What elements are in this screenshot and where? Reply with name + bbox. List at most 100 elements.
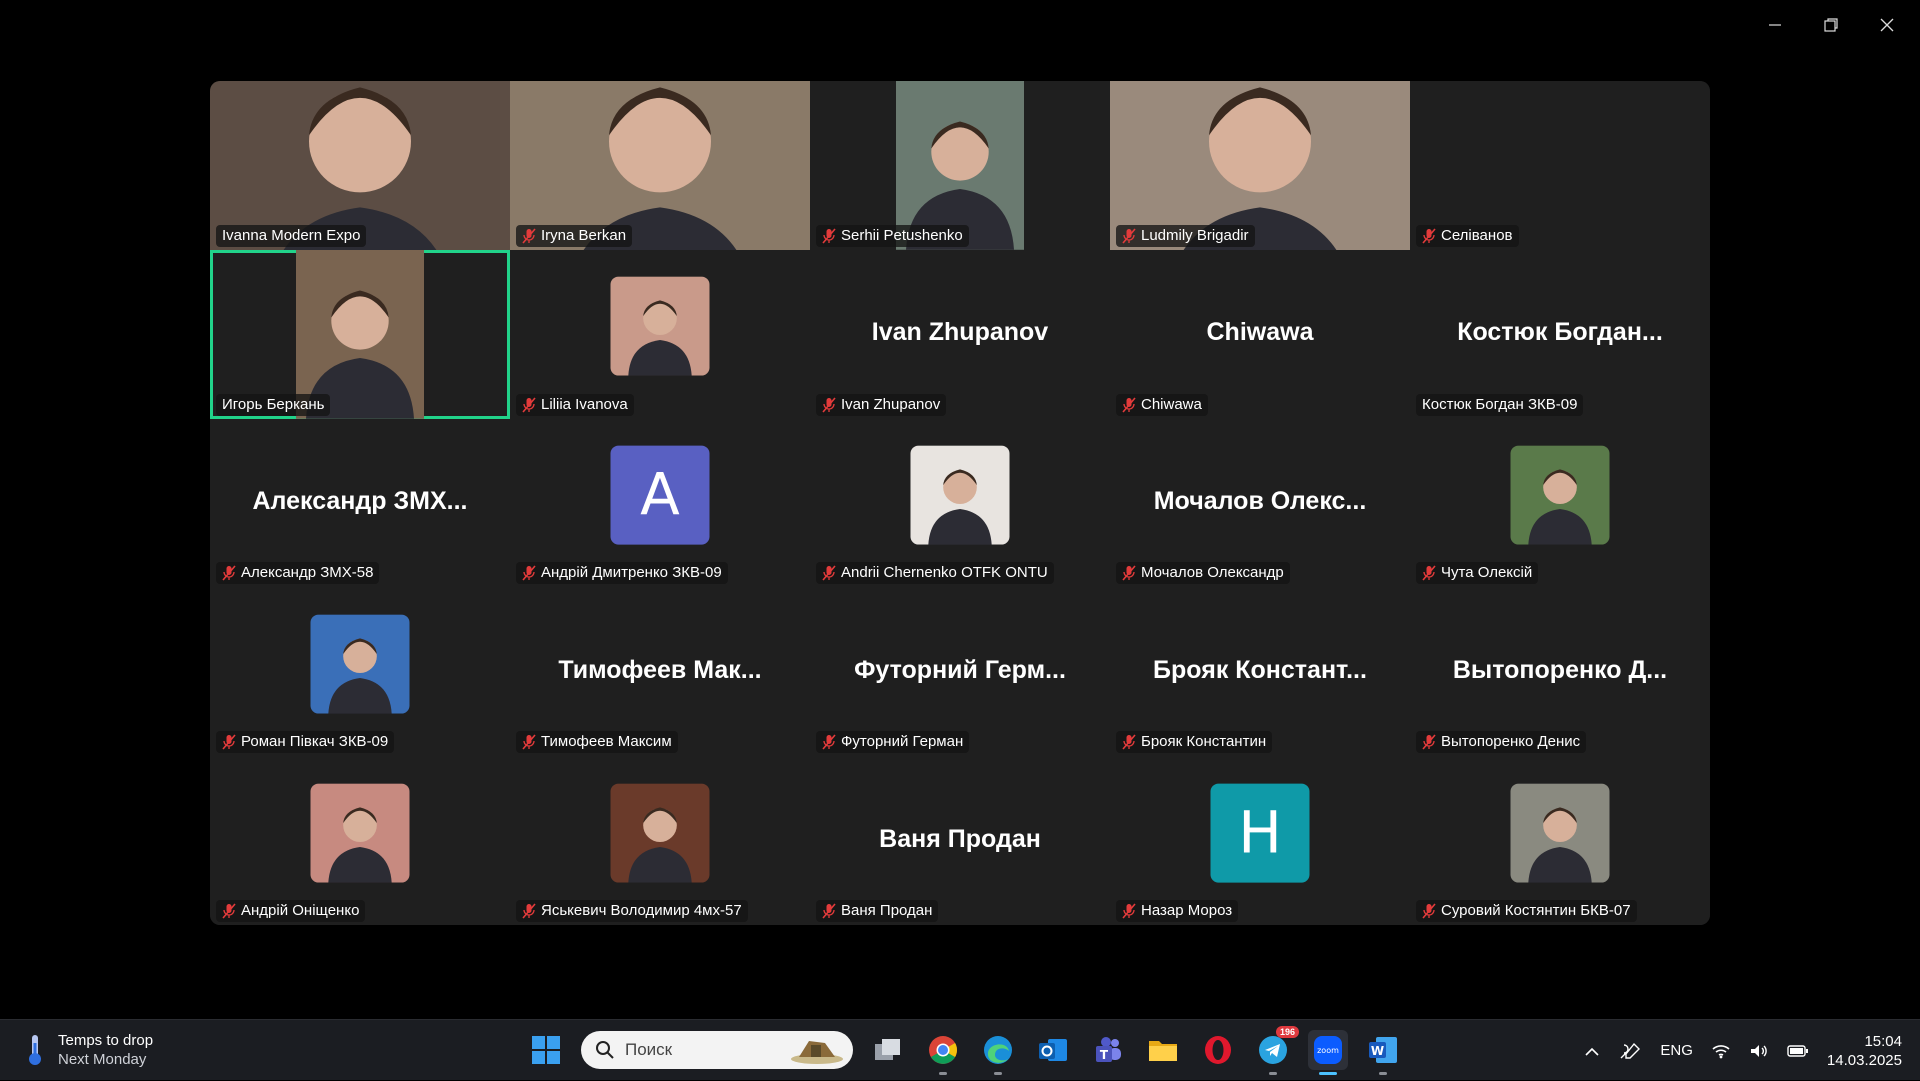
mic-muted-icon <box>222 565 236 581</box>
participant-display-name: Брояк Констант... <box>1153 655 1367 684</box>
volume-icon[interactable] <box>1749 1043 1769 1059</box>
participant-name: Liliia Ivanova <box>541 395 628 413</box>
participant-tile[interactable]: Игорь Беркань <box>210 249 510 419</box>
participant-name: Ludmily Brigadir <box>1141 226 1249 244</box>
participant-tile[interactable]: Селіванов <box>1410 81 1710 250</box>
participant-display-name: Вытопоренко Д... <box>1452 655 1668 684</box>
opera-button[interactable] <box>1198 1030 1238 1070</box>
participant-tile[interactable]: Футорний Герм... Футорний Герман <box>810 587 1110 757</box>
teams-icon: T <box>1096 1037 1121 1062</box>
participant-name: Костюк Богдан ЗКВ-09 <box>1422 395 1578 413</box>
taskbar-search[interactable]: Поиск <box>581 1031 853 1069</box>
participant-tile[interactable]: Ludmily Brigadir <box>1110 81 1410 250</box>
svg-text:zoom: zoom <box>1317 1046 1339 1055</box>
participant-tile[interactable]: Чута Олексій <box>1410 418 1710 588</box>
teams-button[interactable]: T <box>1088 1030 1128 1070</box>
battery-icon[interactable] <box>1787 1044 1809 1058</box>
start-button[interactable] <box>526 1030 566 1070</box>
participant-tile[interactable]: Тимофеев Мак... Тимофеев Максим <box>510 587 810 757</box>
participant-tile[interactable]: Andrii Chernenko OTFK ONTU <box>810 418 1110 588</box>
mic-muted-icon <box>1422 734 1436 750</box>
task-view-button[interactable] <box>868 1030 908 1070</box>
participant-name: Serhii Petushenko <box>841 226 963 244</box>
participant-name-label: Liliia Ivanova <box>516 393 634 416</box>
participant-tile[interactable]: Liliia Ivanova <box>510 249 810 419</box>
minimize-button[interactable] <box>1747 8 1803 42</box>
participant-tile[interactable]: Iryna Berkan <box>510 81 810 250</box>
opera-icon <box>1205 1036 1231 1064</box>
close-button[interactable] <box>1859 8 1915 42</box>
telegram-button[interactable]: 196 <box>1253 1026 1299 1075</box>
participant-name: Брояк Константин <box>1141 733 1267 751</box>
svg-text:T: T <box>1100 1048 1109 1062</box>
participant-name: Мочалов Олександр <box>1141 564 1284 582</box>
thermometer-icon <box>29 1035 41 1065</box>
restore-button[interactable] <box>1803 8 1859 42</box>
weather-subtitle: Next Monday <box>58 1051 147 1068</box>
participant-tile[interactable]: H Назар Мороз <box>1110 756 1410 925</box>
participant-name-label: Chiwawa <box>1116 393 1208 416</box>
outlook-button[interactable] <box>1033 1030 1073 1070</box>
participant-avatar <box>1510 783 1610 883</box>
edge-button[interactable] <box>978 1030 1018 1075</box>
chevron-up-icon[interactable] <box>1584 1046 1600 1056</box>
mic-muted-icon <box>822 565 836 581</box>
participant-tile[interactable]: Chiwawa Chiwawa <box>1110 249 1410 419</box>
file-explorer-button[interactable] <box>1143 1030 1183 1070</box>
participant-tile[interactable]: Александр ЗМХ... Александр ЗМХ-58 <box>210 418 510 588</box>
participant-name: Игорь Беркань <box>222 395 325 413</box>
participant-tile[interactable]: Яськевич Володимир 4мх-57 <box>510 756 810 925</box>
pen-menu-icon[interactable] <box>1618 1041 1642 1061</box>
participant-tile[interactable]: Serhii Petushenko <box>810 81 1110 250</box>
clock[interactable]: 15:04 14.03.2025 <box>1827 1032 1902 1070</box>
participant-tile[interactable]: Андрій Оніщенко <box>210 756 510 925</box>
participant-avatar <box>610 276 710 376</box>
gallery-view: Ivanna Modern Expo Iryna Berkan Serhii Pet… <box>210 81 1710 925</box>
participant-name-label: Андрій Дмитренко ЗКВ-09 <box>516 562 728 585</box>
participant-display-name: Костюк Богдан... <box>1457 318 1663 347</box>
participant-name: Роман Півкач ЗКВ-09 <box>241 733 389 751</box>
telegram-unread-badge: 196 <box>1275 1026 1299 1038</box>
participant-name-label: Селіванов <box>1416 224 1519 247</box>
participant-name: Ivanna Modern Expo <box>222 226 361 244</box>
participant-tile[interactable]: A Андрій Дмитренко ЗКВ-09 <box>510 418 810 588</box>
participant-name: Andrii Chernenko OTFK ONTU <box>841 564 1048 582</box>
participant-name: Селіванов <box>1441 226 1513 244</box>
mic-muted-icon <box>822 903 836 919</box>
participant-avatar <box>1510 445 1610 545</box>
participant-tile[interactable]: Брояк Констант... Брояк Константин <box>1110 587 1410 757</box>
participant-name-label: Александр ЗМХ-58 <box>216 562 380 585</box>
participant-tile[interactable]: Ivan Zhupanov Ivan Zhupanov <box>810 249 1110 419</box>
participant-tile[interactable]: Суровий Костянтин БКВ-07 <box>1410 756 1710 925</box>
participant-tile[interactable]: Мочалов Олекс... Мочалов Олександр <box>1110 418 1410 588</box>
windows-icon <box>532 1036 560 1064</box>
zoom-button[interactable]: zoom <box>1308 1030 1348 1075</box>
mic-muted-icon <box>222 903 236 919</box>
participant-tile[interactable]: Ivanna Modern Expo <box>210 81 510 250</box>
participant-initial-avatar: A <box>610 445 710 545</box>
participant-tile[interactable]: Роман Півкач ЗКВ-09 <box>210 587 510 757</box>
input-language[interactable]: ENG <box>1660 1042 1693 1059</box>
participant-tile[interactable]: Ваня Продан Ваня Продан <box>810 756 1110 925</box>
mic-muted-icon <box>1422 903 1436 919</box>
weather-widget[interactable]: Temps to drop Next Monday <box>24 1031 153 1069</box>
participant-name-label: Ivanna Modern Expo <box>216 224 367 247</box>
participant-display-name: Chiwawa <box>1206 318 1314 347</box>
participant-name: Вытопоренко Денис <box>1441 733 1581 751</box>
mic-muted-icon <box>1122 903 1136 919</box>
participant-name-label: Чута Олексій <box>1416 562 1539 585</box>
telegram-icon <box>1259 1036 1287 1064</box>
participant-name-label: Яськевич Володимир 4мх-57 <box>516 899 748 922</box>
word-button[interactable]: W <box>1363 1030 1403 1075</box>
participant-name: Андрій Дмитренко ЗКВ-09 <box>541 564 722 582</box>
participant-initial-avatar: H <box>1210 783 1310 883</box>
participant-tile[interactable]: Вытопоренко Д... Вытопоренко Денис <box>1410 587 1710 757</box>
mic-muted-icon <box>522 565 536 581</box>
participant-name-label: Serhii Petushenko <box>816 224 969 247</box>
wifi-icon[interactable] <box>1711 1043 1731 1059</box>
chrome-button[interactable] <box>923 1030 963 1075</box>
participant-tile[interactable]: Костюк Богдан... Костюк Богдан ЗКВ-09 <box>1410 249 1710 419</box>
search-placeholder: Поиск <box>625 1040 673 1059</box>
participant-name: Chiwawa <box>1141 395 1202 413</box>
minimize-icon <box>1769 24 1781 26</box>
